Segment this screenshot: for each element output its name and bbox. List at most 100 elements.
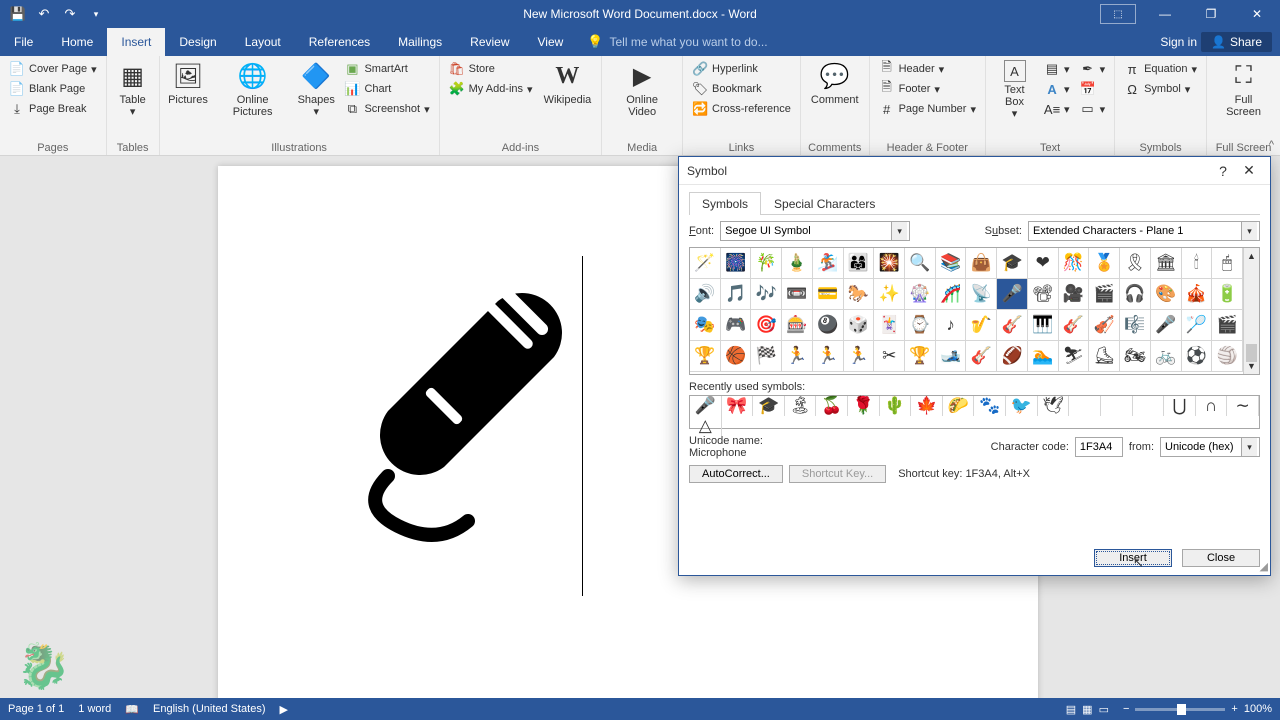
symbol-cell[interactable]: ⌚ (905, 310, 936, 341)
symbol-cell[interactable]: 🎸 (966, 341, 997, 372)
symbol-cell[interactable]: 🎸 (1059, 310, 1090, 341)
symbol-cell[interactable]: 🎸 (997, 310, 1028, 341)
zoom-value[interactable]: 100% (1244, 703, 1272, 715)
symbol-cell[interactable]: 🎷 (966, 310, 997, 341)
textbox-button[interactable]: AText Box▾ (992, 58, 1037, 122)
symbol-cell[interactable]: 📚 (936, 248, 967, 279)
symbol-cell[interactable]: 🪄 (690, 248, 721, 279)
symbol-cell[interactable]: 🏃 (844, 341, 875, 372)
zoom-out-icon[interactable]: − (1123, 703, 1129, 715)
ribbon-display-button[interactable]: ⬚ (1100, 4, 1136, 24)
macro-icon[interactable]: ▶ (280, 703, 288, 716)
page-break-button[interactable]: ⤓Page Break (6, 100, 100, 118)
collapse-ribbon-icon[interactable]: ^ (1269, 139, 1274, 151)
symbol-cell[interactable]: ♪ (936, 310, 967, 341)
undo-icon[interactable]: ↶ (36, 6, 52, 22)
tab-view[interactable]: View (524, 28, 578, 56)
word-count[interactable]: 1 word (78, 703, 111, 715)
charcode-input[interactable] (1075, 437, 1123, 457)
symbol-cell[interactable]: 🎬 (1212, 310, 1243, 341)
recent-symbol-cell[interactable]: 🌵 (880, 396, 912, 416)
recent-symbol-cell[interactable]: ∩ (1196, 396, 1228, 416)
symbol-cell[interactable]: 🏛 (1151, 248, 1182, 279)
redo-icon[interactable]: ↷ (62, 6, 78, 22)
tab-symbols[interactable]: Symbols (689, 192, 761, 215)
symbol-cell[interactable]: 🎥 (1059, 279, 1090, 310)
symbol-cell[interactable]: ✂ (874, 341, 905, 372)
from-dropdown-icon[interactable]: ▾ (1241, 438, 1257, 456)
recent-symbol-cell[interactable]: 🎀 (722, 396, 754, 416)
tab-home[interactable]: Home (47, 28, 107, 56)
maximize-button[interactable]: ❐ (1188, 0, 1234, 28)
recent-symbol-cell[interactable]: 🎓 (753, 396, 785, 416)
symbol-button[interactable]: ΩSymbol ▾ (1121, 80, 1200, 98)
subset-dropdown-icon[interactable]: ▾ (1241, 222, 1257, 240)
symbol-cell[interactable]: 🔍 (905, 248, 936, 279)
symbol-cell[interactable]: 🎊 (1059, 248, 1090, 279)
symbol-cell[interactable]: 🎤 (1151, 310, 1182, 341)
crossref-button[interactable]: 🔁Cross-reference (689, 100, 794, 118)
my-addins-button[interactable]: 🧩My Add-ins ▾ (446, 80, 536, 98)
symbol-cell[interactable]: 🏂 (813, 248, 844, 279)
close-button[interactable]: Close (1182, 549, 1260, 567)
pictures-button[interactable]: 🖼Pictures (166, 58, 211, 108)
chart-button[interactable]: 📊Chart (341, 80, 432, 98)
font-input[interactable] (721, 222, 891, 240)
symbol-cell[interactable]: ⛷ (1059, 341, 1090, 372)
symbol-cell[interactable]: 🎭 (690, 310, 721, 341)
subset-combo[interactable]: ▾ (1028, 221, 1260, 241)
hyperlink-button[interactable]: 🔗Hyperlink (689, 60, 794, 78)
wordart-button[interactable]: A▾ (1041, 80, 1073, 98)
tab-special-characters[interactable]: Special Characters (761, 192, 888, 215)
symbol-cell[interactable]: 🕯 (1182, 248, 1213, 279)
symbol-cell[interactable]: 🎇 (874, 248, 905, 279)
recent-symbol-cell[interactable]: 🐦 (1006, 396, 1038, 416)
symbol-cell[interactable]: 🎍 (782, 248, 813, 279)
symbol-cell[interactable]: 🎢 (936, 279, 967, 310)
symbol-cell[interactable]: 🎼 (1120, 310, 1151, 341)
language-indicator[interactable]: English (United States) (153, 703, 266, 715)
from-input[interactable] (1161, 438, 1241, 456)
table-button[interactable]: ▦Table▾ (113, 58, 153, 120)
blank-page-button[interactable]: 📄Blank Page (6, 80, 100, 98)
symbol-cell[interactable]: 🏸 (1182, 310, 1213, 341)
comment-button[interactable]: 💬Comment (807, 58, 863, 108)
symbol-grid[interactable]: 🪄🎆🎋🎍🏂👨‍👩‍👧🎇🔍📚👜🎓❤🎊🏅🎗🏛🕯🖱🔊🎵🎶📼💳🐎✨🎡🎢📡🎤📽🎥🎬🎧🎨🎪🔋… (690, 248, 1243, 374)
recent-symbol-cell[interactable]: 🌹 (848, 396, 880, 416)
symbol-cell[interactable]: 🔊 (690, 279, 721, 310)
symbol-cell[interactable]: 🎆 (721, 248, 752, 279)
symbol-cell[interactable]: 👜 (966, 248, 997, 279)
symbol-cell[interactable]: ⚽ (1182, 341, 1213, 372)
recent-symbols-grid[interactable]: 🎤🎀🎓🏝🍒🌹🌵🍁🌮🐾🐦🕊⋃∩∼△ (689, 395, 1260, 429)
page-indicator[interactable]: Page 1 of 1 (8, 703, 64, 715)
recent-symbol-cell[interactable]: 🐾 (974, 396, 1006, 416)
symbol-cell[interactable]: 🎵 (721, 279, 752, 310)
dialog-close-icon[interactable]: ✕ (1236, 162, 1262, 179)
zoom-slider[interactable] (1135, 708, 1225, 711)
symbol-cell[interactable]: 🎋 (751, 248, 782, 279)
scroll-up-icon[interactable]: ▲ (1244, 248, 1259, 264)
inserted-microphone-symbol[interactable] (338, 281, 568, 571)
symbol-cell[interactable]: 🏅 (1089, 248, 1120, 279)
symbol-cell[interactable]: 🎿 (936, 341, 967, 372)
quickparts-button[interactable]: ▤▾ (1041, 60, 1073, 78)
minimize-button[interactable]: — (1142, 0, 1188, 28)
dialog-help-button[interactable]: ? (1210, 163, 1236, 179)
symbol-cell[interactable]: ⛸ (1089, 341, 1120, 372)
print-layout-icon[interactable]: ▦ (1082, 703, 1092, 716)
store-button[interactable]: 🛍Store (446, 60, 536, 78)
symbol-cell[interactable]: 🏁 (751, 341, 782, 372)
symbol-cell[interactable]: 🏀 (721, 341, 752, 372)
symbol-cell[interactable]: 🏃 (782, 341, 813, 372)
online-pictures-button[interactable]: 🌐Online Pictures (214, 58, 291, 120)
recent-symbol-cell[interactable]: ⋃ (1164, 396, 1196, 416)
symbol-cell[interactable]: 🎲 (844, 310, 875, 341)
symbol-cell[interactable]: 🎗 (1120, 248, 1151, 279)
equation-button[interactable]: πEquation ▾ (1121, 60, 1200, 78)
subset-input[interactable] (1029, 222, 1241, 240)
tab-references[interactable]: References (295, 28, 384, 56)
symbol-cell[interactable]: 🏊 (1028, 341, 1059, 372)
recent-symbol-cell[interactable]: △ (690, 416, 722, 436)
symbol-cell[interactable]: 🎓 (997, 248, 1028, 279)
footer-button[interactable]: 🗎Footer ▾ (876, 80, 979, 98)
